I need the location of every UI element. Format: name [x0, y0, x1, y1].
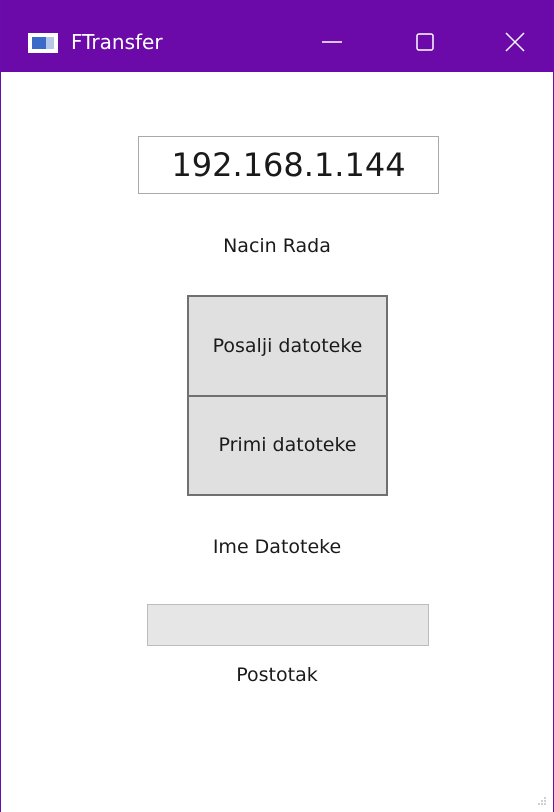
close-button[interactable] [490, 22, 540, 62]
maximize-icon [416, 33, 434, 51]
window-title: FTransfer [71, 30, 163, 54]
title-bar[interactable]: FTransfer [1, 0, 553, 72]
close-icon [505, 32, 525, 52]
file-name-label: Ime Datoteke [212, 536, 342, 558]
ip-address-input[interactable] [138, 136, 439, 194]
percent-label: Postotak [236, 664, 318, 686]
minimize-button[interactable] [307, 22, 357, 62]
app-window: FTransfer Nacin Rada Posalji datoteke Pr… [0, 0, 554, 812]
app-window-icon [28, 33, 58, 53]
receive-files-button[interactable]: Primi datoteke [187, 395, 388, 496]
send-files-button[interactable]: Posalji datoteke [187, 295, 388, 397]
resize-grip-icon[interactable] [535, 794, 547, 806]
mode-label: Nacin Rada [223, 235, 331, 257]
maximize-button[interactable] [400, 22, 450, 62]
minimize-icon [322, 41, 342, 43]
transfer-progress-bar [147, 604, 429, 646]
